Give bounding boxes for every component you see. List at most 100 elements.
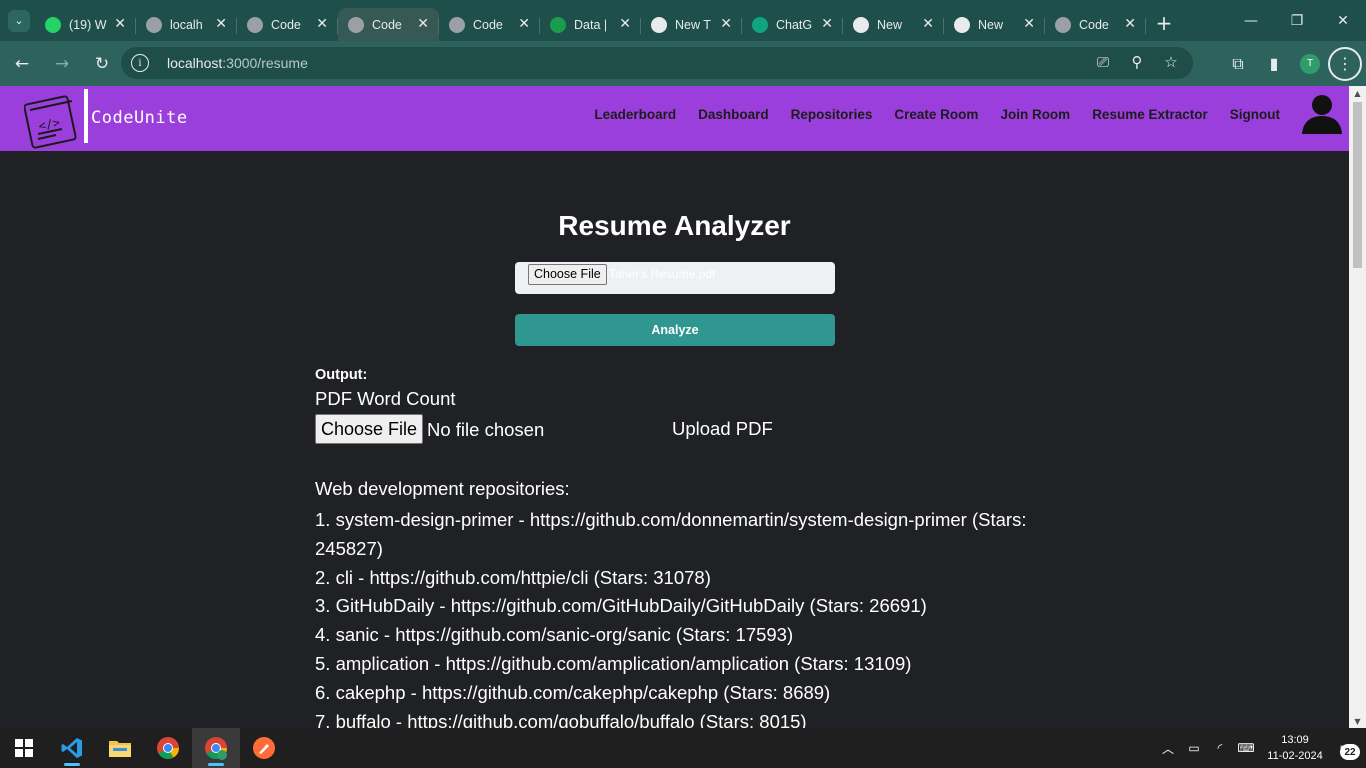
- tab-search-icon[interactable]: ⌄: [8, 9, 30, 32]
- resume-file-input[interactable]: Choose File Taher's Resume.pdf: [515, 262, 835, 294]
- install-app-icon[interactable]: ⎚: [1093, 53, 1113, 71]
- tab-close-icon[interactable]: ✕: [619, 16, 631, 32]
- mongodb-leaf-icon: [550, 16, 566, 33]
- clock[interactable]: 13:09 11-02-2024: [1264, 732, 1326, 764]
- browser-tab[interactable]: Code ✕: [237, 8, 338, 41]
- taskbar-postman[interactable]: [240, 728, 288, 768]
- tab-close-icon[interactable]: ✕: [518, 16, 530, 32]
- globe-icon: [1055, 16, 1071, 33]
- tab-close-icon[interactable]: ✕: [114, 16, 126, 32]
- tab-close-icon[interactable]: ✕: [821, 16, 833, 32]
- extensions-icon[interactable]: ⧉: [1220, 46, 1256, 82]
- forward-button[interactable]: →: [44, 46, 80, 82]
- taskbar-chrome-profile[interactable]: [192, 728, 240, 768]
- profile-button[interactable]: T: [1292, 46, 1328, 82]
- nav-link-repositories[interactable]: Repositories: [791, 107, 873, 122]
- browser-tab[interactable]: localh ✕: [136, 8, 237, 41]
- address-bar[interactable]: i localhost:3000/resume ⎚ ⚲ ☆: [121, 47, 1193, 79]
- browser-tab[interactable]: New T ✕: [641, 8, 742, 41]
- repo-list: 1. system-design-primer - https://github…: [315, 506, 1035, 728]
- browser-tab[interactable]: ChatG ✕: [742, 8, 843, 41]
- tab-close-icon[interactable]: ✕: [1124, 16, 1136, 32]
- bookmark-star-icon[interactable]: ☆: [1161, 53, 1181, 71]
- close-window-button[interactable]: ✕: [1320, 0, 1366, 41]
- tab-close-icon[interactable]: ✕: [720, 16, 732, 32]
- scroll-down-arrow[interactable]: ▼: [1349, 714, 1366, 728]
- taskbar-vscode[interactable]: [48, 728, 96, 768]
- chatgpt-icon: [752, 16, 768, 33]
- browser-tab[interactable]: Data | ✕: [540, 8, 641, 41]
- postman-icon: [253, 737, 275, 759]
- chrome-icon: [651, 16, 667, 33]
- battery-icon[interactable]: ▭: [1182, 741, 1206, 755]
- new-tab-button[interactable]: +: [1150, 9, 1178, 37]
- site-info-icon[interactable]: i: [131, 54, 149, 72]
- taskbar-chrome[interactable]: [144, 728, 192, 768]
- chevron-up-icon[interactable]: ︿: [1156, 740, 1180, 757]
- notification-center-button[interactable]: ▭ 22: [1326, 728, 1366, 768]
- vscode-icon: [61, 738, 82, 758]
- side-panel-icon[interactable]: ▮: [1256, 46, 1292, 82]
- browser-tab[interactable]: Code ✕: [439, 8, 540, 41]
- browser-tab-strip: ⌄ (19) W ✕ localh ✕ Code ✕ Code ✕ Code ✕ Data | ✕ Ne…: [0, 0, 1366, 41]
- profile-avatar: T: [1300, 53, 1320, 74]
- globe-icon: [247, 16, 263, 33]
- nav-link-dashboard[interactable]: Dashboard: [698, 107, 769, 122]
- nav-link-resume-extractor[interactable]: Resume Extractor: [1092, 107, 1208, 122]
- active-indicator: [208, 763, 224, 766]
- tab-close-icon[interactable]: ✕: [215, 16, 227, 32]
- start-button[interactable]: [0, 728, 48, 768]
- notification-count-badge: 22: [1340, 744, 1360, 760]
- repo-list-item: 5. amplication - https://github.com/ampl…: [315, 652, 912, 674]
- url-text[interactable]: localhost:3000/resume: [167, 55, 308, 71]
- tab-close-icon[interactable]: ✕: [1023, 16, 1035, 32]
- browser-tab[interactable]: Code ✕: [338, 8, 439, 41]
- browser-toolbar: ← → ↻ i localhost:3000/resume ⎚ ⚲ ☆ ⧉ ▮ …: [0, 41, 1366, 86]
- reload-button[interactable]: ↻: [84, 46, 120, 82]
- page-scrollbar[interactable]: ▲ ▼: [1349, 86, 1366, 728]
- zoom-icon[interactable]: ⚲: [1127, 53, 1147, 71]
- scroll-thumb[interactable]: [1353, 102, 1362, 268]
- tab-title: (19) W: [69, 17, 107, 32]
- nav-link-signout[interactable]: Signout: [1230, 107, 1280, 122]
- repos-heading: Web development repositories:: [315, 478, 570, 499]
- scroll-up-arrow[interactable]: ▲: [1349, 86, 1366, 100]
- tab-title: Code: [473, 17, 503, 32]
- pdf-choose-file-button[interactable]: Choose File: [315, 414, 424, 444]
- selected-file-name: Taher's Resume.pdf: [609, 267, 716, 281]
- nav-links: Leaderboard Dashboard Repositories Create R…: [594, 107, 1280, 122]
- tab-close-icon[interactable]: ✕: [922, 16, 934, 32]
- upload-pdf-button[interactable]: Upload PDF: [672, 418, 773, 440]
- back-button[interactable]: ←: [4, 46, 40, 82]
- wifi-icon[interactable]: ◜: [1208, 741, 1232, 755]
- nav-link-leaderboard[interactable]: Leaderboard: [594, 107, 676, 122]
- tab-title: Code: [271, 17, 301, 32]
- windows-logo-icon: [15, 739, 33, 757]
- tab-title: New: [877, 17, 903, 32]
- browser-tab[interactable]: New ✕: [944, 8, 1045, 41]
- chrome-icon: [853, 16, 869, 33]
- codeunite-logo-icon[interactable]: </>: [24, 88, 86, 150]
- output-label: Output:: [315, 367, 368, 383]
- running-indicator: [64, 763, 80, 766]
- taskbar-file-explorer[interactable]: [96, 728, 144, 768]
- browser-tab[interactable]: (19) W ✕: [35, 8, 136, 41]
- restore-button[interactable]: ❐: [1274, 0, 1320, 41]
- brand-name[interactable]: CodeUnite: [91, 108, 188, 128]
- browser-tab[interactable]: Code ✕: [1045, 8, 1146, 41]
- minimize-button[interactable]: —: [1228, 0, 1274, 41]
- analyze-button[interactable]: Analyze: [515, 314, 835, 346]
- tab-close-icon[interactable]: ✕: [417, 16, 429, 32]
- nav-link-join-room[interactable]: Join Room: [1000, 107, 1070, 122]
- browser-tab[interactable]: New ✕: [843, 8, 944, 41]
- choose-file-button[interactable]: Choose File: [528, 264, 607, 285]
- tab-title: New: [978, 17, 1004, 32]
- tab-separator: [1145, 18, 1146, 34]
- nav-link-create-room[interactable]: Create Room: [894, 107, 978, 122]
- app-navbar: </> CodeUnite Leaderboard Dashboard Reposi…: [0, 86, 1349, 151]
- chrome-menu-icon[interactable]: ⋮: [1328, 46, 1362, 81]
- user-avatar-icon[interactable]: [1301, 94, 1343, 134]
- tab-close-icon[interactable]: ✕: [316, 16, 328, 32]
- clock-time: 13:09: [1281, 734, 1309, 746]
- keyboard-icon[interactable]: ⌨: [1234, 741, 1258, 755]
